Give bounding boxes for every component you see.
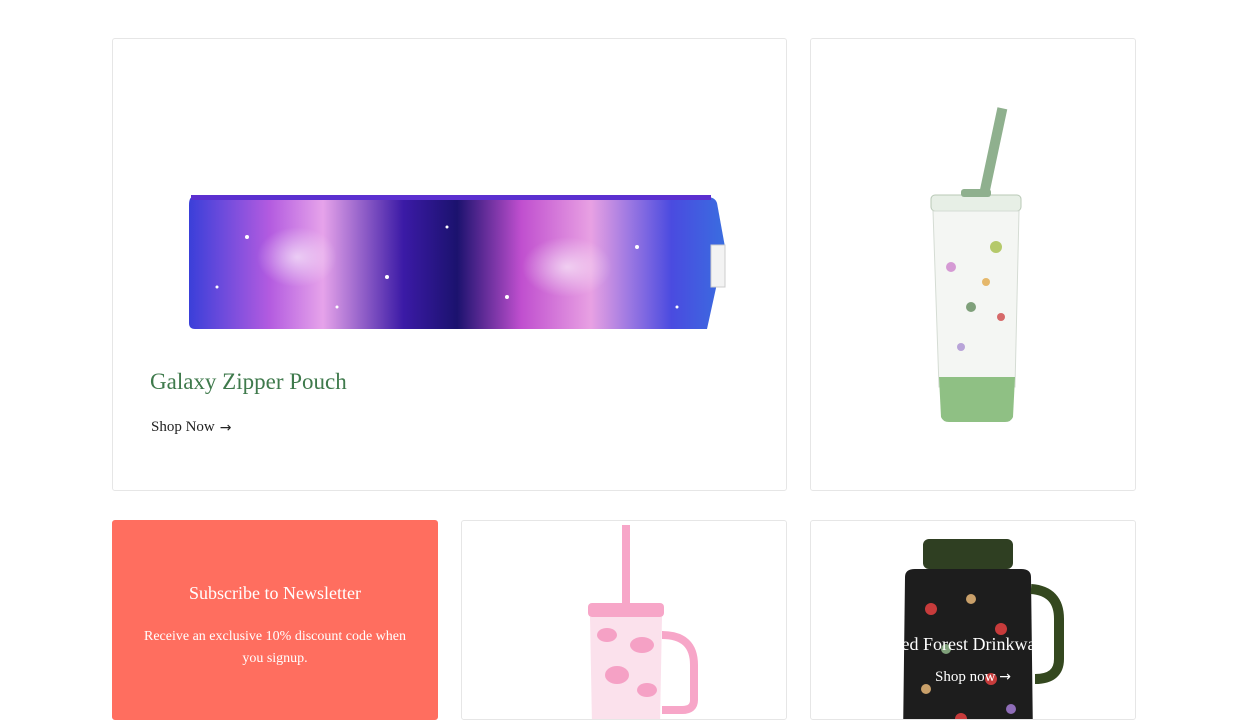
pink-tumbler-image[interactable] — [582, 525, 702, 720]
arrow-right-icon: → — [999, 669, 1011, 685]
newsletter-description: Receive an exclusive 10% discount code w… — [143, 629, 407, 666]
shop-now-label: Shop Now — [151, 419, 215, 435]
shop-now-link[interactable]: Shop Now → — [151, 419, 232, 436]
shop-now-link[interactable]: Shop now → — [811, 669, 1135, 686]
newsletter-card[interactable]: Subscribe to Newsletter Receive an exclu… — [112, 520, 438, 720]
product-title[interactable]: Galaxy Zipper Pouch — [150, 369, 347, 395]
newsletter-title: Subscribe to Newsletter — [189, 583, 361, 603]
collection-title[interactable]: ted Forest Drinkware — [811, 634, 1135, 655]
forest-tumbler-image[interactable] — [891, 539, 1071, 720]
product-card-glass-tumbler[interactable] — [810, 38, 1136, 491]
glass-tumbler-image[interactable] — [921, 107, 1041, 427]
shop-now-label: Shop now — [935, 669, 996, 685]
arrow-right-icon: → — [219, 419, 232, 436]
product-card-pink-tumbler[interactable] — [461, 520, 787, 720]
product-card-forest-drinkware[interactable]: ted Forest Drinkware Shop now → — [810, 520, 1136, 720]
product-card-galaxy-pouch[interactable]: Galaxy Zipper Pouch Shop Now → — [112, 38, 787, 491]
galaxy-pouch-image[interactable] — [187, 187, 747, 337]
